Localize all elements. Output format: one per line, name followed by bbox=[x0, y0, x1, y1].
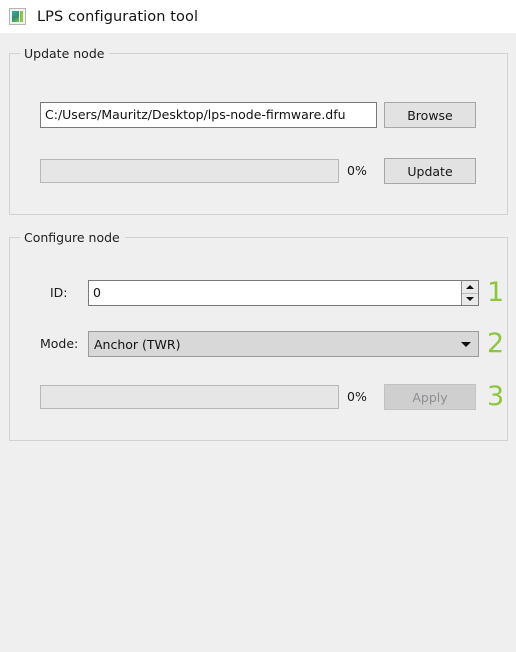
annotation-step-1: 1 bbox=[487, 277, 505, 308]
window-titlebar: LPS configuration tool bbox=[0, 0, 516, 33]
node-id-increment-button[interactable] bbox=[462, 281, 478, 293]
update-progress-label: 0% bbox=[347, 163, 367, 178]
chevron-up-icon bbox=[466, 284, 474, 289]
node-id-value[interactable]: 0 bbox=[89, 281, 461, 305]
app-image-icon bbox=[9, 8, 26, 25]
update-progress-bar bbox=[40, 159, 339, 183]
mode-dropdown-arrow[interactable] bbox=[454, 341, 478, 347]
apply-progress-label: 0% bbox=[347, 389, 367, 404]
apply-progress-bar bbox=[40, 385, 339, 409]
chevron-down-icon bbox=[466, 297, 474, 302]
id-label: ID: bbox=[50, 285, 68, 300]
annotation-step-2: 2 bbox=[487, 328, 505, 359]
window-title: LPS configuration tool bbox=[37, 8, 199, 25]
mode-label: Mode: bbox=[40, 336, 79, 351]
chevron-down-icon bbox=[461, 341, 471, 347]
update-node-group: Update node bbox=[9, 46, 508, 215]
update-button[interactable]: Update bbox=[384, 158, 476, 184]
app-icon-gradient bbox=[12, 11, 19, 22]
node-id-decrement-button[interactable] bbox=[462, 292, 478, 305]
mode-selected-value: Anchor (TWR) bbox=[94, 336, 181, 352]
apply-button[interactable]: Apply bbox=[384, 384, 476, 410]
node-id-stepper[interactable]: 0 bbox=[88, 280, 479, 306]
app-icon-bar bbox=[20, 11, 23, 22]
node-id-stepper-buttons bbox=[461, 281, 478, 305]
firmware-path-input[interactable]: C:/Users/Mauritz/Desktop/lps-node-firmwa… bbox=[40, 102, 377, 128]
annotation-step-3: 3 bbox=[487, 381, 505, 412]
mode-select[interactable]: Anchor (TWR) bbox=[88, 331, 479, 357]
update-node-group-title: Update node bbox=[20, 46, 110, 61]
browse-button[interactable]: Browse bbox=[384, 102, 476, 128]
configure-node-group-title: Configure node bbox=[20, 230, 125, 245]
